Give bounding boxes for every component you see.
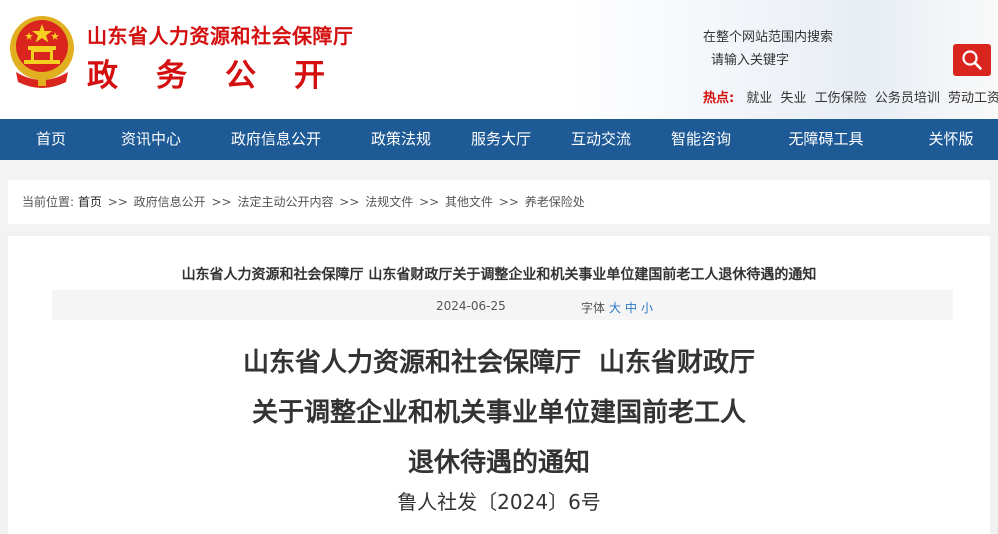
search-input[interactable] [703, 46, 947, 74]
breadcrumb: 当前位置: 首页 >> 政府信息公开 >> 法定主动公开内容 >> 法规文件 >… [8, 180, 990, 224]
breadcrumb-item-home[interactable]: 首页 [78, 195, 102, 209]
hot-item[interactable]: 就业 [746, 91, 772, 106]
breadcrumb-item[interactable]: 其他文件 [445, 195, 493, 209]
hot-item[interactable]: 失业 [781, 91, 807, 106]
nav-item-policy[interactable]: 政策法规 [371, 119, 431, 160]
nav-item-accessibility[interactable]: 无障碍工具 [788, 119, 863, 160]
breadcrumb-item[interactable]: 养老保险处 [525, 195, 585, 209]
breadcrumb-separator: >> [211, 195, 232, 209]
font-size-medium[interactable]: 中 [625, 301, 637, 315]
breadcrumb-separator: >> [498, 195, 519, 209]
national-emblem-icon[interactable] [6, 10, 78, 92]
search-icon [962, 50, 982, 70]
breadcrumb-item[interactable]: 法定主动公开内容 [237, 195, 333, 209]
breadcrumb-separator: >> [419, 195, 440, 209]
breadcrumb-item[interactable]: 法规文件 [365, 195, 413, 209]
site-header: 山东省人力资源和社会保障厅 政务公开 在整个网站范围内搜索 热点: 就业 失业 … [0, 0, 998, 119]
nav-item-service-hall[interactable]: 服务大厅 [471, 119, 531, 160]
nav-item-interaction[interactable]: 互动交流 [571, 119, 631, 160]
breadcrumb-separator: >> [339, 195, 360, 209]
hot-item[interactable]: 劳动工资 [948, 91, 998, 106]
document-title-line: 关于调整企业和机关事业单位建国前老工人 [251, 398, 746, 428]
breadcrumb-prefix: 当前位置: [22, 195, 75, 209]
hot-item[interactable]: 公务员培训 [875, 91, 940, 106]
nav-item-news[interactable]: 资讯中心 [121, 119, 181, 160]
article-panel: 山东省人力资源和社会保障厅 山东省财政厅关于调整企业和机关事业单位建国前老工人退… [8, 236, 990, 534]
hot-item[interactable]: 工伤保险 [815, 91, 867, 106]
document-title-line: 山东省人力资源和社会保障厅 山东省财政厅 [242, 348, 756, 378]
hot-topics: 热点: 就业 失业 工伤保险 公务员培训 劳动工资 [703, 87, 998, 106]
nav-item-home[interactable]: 首页 [36, 119, 66, 160]
document-title-line: 退休待遇的通知 [407, 448, 590, 478]
font-size-large[interactable]: 大 [609, 301, 621, 315]
font-size-control: 字体大中小 [581, 299, 653, 316]
nav-item-gov-info[interactable]: 政府信息公开 [231, 119, 321, 160]
search-scope-label: 在整个网站范围内搜索 [703, 30, 834, 45]
hot-label: 热点: [703, 91, 735, 106]
font-size-small[interactable]: 小 [641, 301, 653, 315]
nav-item-care-mode[interactable]: 关怀版 [928, 119, 973, 160]
org-name: 山东省人力资源和社会保障厅 [87, 24, 354, 48]
article-subject: 山东省人力资源和社会保障厅 山东省财政厅关于调整企业和机关事业单位建国前老工人退… [181, 267, 817, 283]
search-button[interactable] [953, 44, 991, 76]
section-title: 政务公开 [87, 58, 363, 94]
font-size-label: 字体 [581, 301, 606, 315]
article-meta: 2024-06-25 字体大中小 [52, 290, 953, 320]
breadcrumb-bar: 当前位置: 首页 >> 政府信息公开 >> 法定主动公开内容 >> 法规文件 >… [0, 160, 998, 230]
document-number: 鲁人社发〔2024〕6号 [397, 490, 601, 514]
breadcrumb-separator: >> [107, 195, 128, 209]
nav-item-smart-consult[interactable]: 智能咨询 [671, 119, 731, 160]
publish-date: 2024-06-25 [436, 299, 506, 313]
main-nav: 首页 资讯中心 政府信息公开 政策法规 服务大厅 互动交流 智能咨询 无障碍工具… [0, 119, 998, 160]
breadcrumb-item[interactable]: 政府信息公开 [134, 195, 206, 209]
document-title: 山东省人力资源和社会保障厅 山东省财政厅 关于调整企业和机关事业单位建国前老工人… [8, 338, 990, 488]
